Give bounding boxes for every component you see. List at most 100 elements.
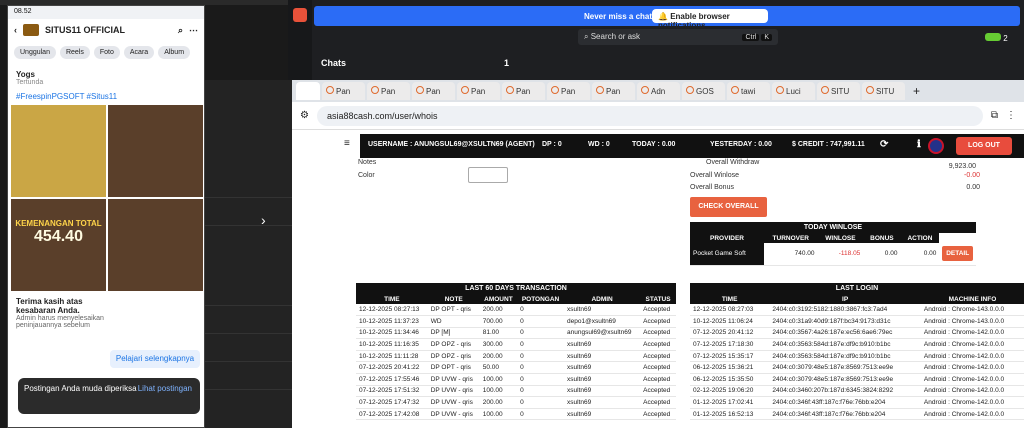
table-cell: 10-12-2025 11:34:46 bbox=[356, 327, 428, 340]
chat-app-logo[interactable] bbox=[293, 8, 307, 22]
tab-label: Pan bbox=[561, 87, 576, 96]
search-icon[interactable]: ⌕ bbox=[178, 25, 183, 36]
team-badge[interactable]: 2 bbox=[985, 33, 1008, 43]
tab-favicon-icon bbox=[506, 86, 514, 94]
table-cell: DP OPZ - qris bbox=[427, 338, 480, 351]
kbd-ctrl: Ctrl bbox=[742, 34, 760, 41]
chat-search-input[interactable]: ⌕ Search or ask Ctrl K bbox=[578, 29, 778, 45]
tab-active[interactable] bbox=[296, 82, 320, 100]
table-cell: 2404:c0:3192:5182:1880:3867:fc3:7ad4 bbox=[769, 304, 921, 317]
overall-withdraw-label: Overall Withdraw bbox=[706, 159, 760, 166]
table-cell: 2404:c0:346f:43ff:187c:f76e:76bb:e204 bbox=[769, 408, 921, 421]
table-cell: 07-12-2025 17:47:32 bbox=[356, 396, 428, 409]
browser-tab[interactable]: Pan bbox=[502, 82, 545, 100]
table-cell: xsultn69 bbox=[564, 373, 641, 386]
more-icon[interactable]: ⋯ bbox=[189, 25, 198, 36]
filter-chip[interactable]: Unggulan bbox=[14, 46, 56, 59]
browser-tab[interactable]: SITU bbox=[862, 82, 905, 100]
browser-tab[interactable]: GOS bbox=[682, 82, 725, 100]
back-arrow-icon[interactable]: ‹ bbox=[14, 25, 17, 35]
chevron-right-icon[interactable]: › bbox=[261, 212, 266, 228]
table-cell: 07-12-2025 17:51:32 bbox=[356, 385, 428, 398]
table-row: 06-12-2025 15:36:21 2404:c0:3079:48e5:187… bbox=[690, 361, 1024, 375]
table-cell: 0 bbox=[517, 327, 565, 340]
tab-label: Pan bbox=[426, 87, 441, 96]
post-author[interactable]: Yogs bbox=[16, 70, 196, 79]
url-field[interactable]: asia88cash.com/user/whois bbox=[316, 105, 983, 126]
toast-action-link[interactable]: Lihat postingan bbox=[138, 384, 192, 393]
language-flag-icon[interactable] bbox=[928, 138, 944, 154]
review-title: Terima kasih atas kesabaran Anda. bbox=[16, 297, 83, 315]
column-header: TIME bbox=[690, 294, 770, 304]
extensions-icon[interactable]: ⧉ bbox=[991, 110, 998, 121]
table-cell: 0 bbox=[517, 408, 565, 421]
post-image-grid[interactable]: KEMENANGAN TOTAL 454.40 bbox=[8, 105, 204, 291]
table-cell: 2404:c0:31a9:40d9:187f:bc34:9173:d31c bbox=[769, 315, 921, 328]
column-header: PROVIDER bbox=[690, 233, 765, 243]
tab-favicon-icon bbox=[641, 86, 649, 94]
table-cell: Accepted bbox=[640, 338, 676, 351]
browser-tab[interactable]: Pan bbox=[412, 82, 455, 100]
image-tile[interactable] bbox=[108, 199, 203, 291]
browser-tab[interactable]: Pan bbox=[457, 82, 500, 100]
table-cell: Android : Chrome-142.0.0.0 bbox=[920, 408, 1024, 421]
filter-chip[interactable]: Acara bbox=[123, 46, 155, 59]
browser-tab[interactable]: Pan bbox=[592, 82, 635, 100]
tab-label: SITU bbox=[876, 87, 895, 96]
table-row: 10-12-2025 11:11:28 DP OPZ - qris 200.00 0 x… bbox=[356, 350, 676, 363]
browser-tab[interactable]: Pan bbox=[322, 82, 365, 100]
menu-icon[interactable]: ⋮ bbox=[1006, 110, 1016, 121]
site-info-icon[interactable]: ⚙ bbox=[300, 110, 309, 121]
win-image-tile[interactable]: KEMENANGAN TOTAL 454.40 bbox=[11, 199, 106, 291]
info-icon[interactable]: ℹ bbox=[917, 139, 921, 150]
table-cell: Accepted bbox=[640, 350, 676, 363]
table-cell: xsultn69 bbox=[564, 350, 641, 363]
learn-more-button[interactable]: Pelajari selengkapnya bbox=[110, 350, 200, 368]
browser-tab[interactable]: tawi bbox=[727, 82, 770, 100]
browser-tab[interactable]: Pan bbox=[367, 82, 410, 100]
check-overall-button[interactable]: CHECK OVERALL bbox=[690, 197, 767, 217]
table-cell: 06-12-2025 15:36:21 bbox=[690, 361, 770, 375]
browser-tab[interactable]: Pan bbox=[547, 82, 590, 100]
image-tile[interactable] bbox=[108, 105, 203, 197]
tab-favicon-icon bbox=[371, 86, 379, 94]
last-login-panel: LAST LOGIN TIME IP MACHINE INFO 12-12-2025… bbox=[690, 283, 1024, 421]
post-tags[interactable]: #FreespinPGSOFT #Situs11 bbox=[8, 92, 204, 105]
new-tab-icon[interactable]: + bbox=[907, 84, 926, 98]
tab-favicon-icon bbox=[686, 86, 694, 94]
refresh-icon[interactable]: ⟳ bbox=[880, 139, 888, 150]
table-cell: DP UVW - qris bbox=[427, 408, 480, 421]
table-cell: 100.00 bbox=[479, 373, 518, 386]
color-input[interactable] bbox=[468, 167, 508, 183]
table-cell: 2404:c0:3563:584d:187e:df9c:b910:b1bc bbox=[769, 350, 921, 363]
table-cell: 200.00 bbox=[479, 396, 518, 409]
filter-chip[interactable]: Reels bbox=[59, 46, 90, 59]
tx-header-row: TIME NOTE AMOUNT POTONGAN ADMIN STATUS bbox=[356, 294, 676, 304]
filter-chip[interactable]: Album bbox=[158, 46, 191, 59]
browser-tab[interactable]: Adn bbox=[637, 82, 680, 100]
table-cell: DP [M] bbox=[427, 327, 480, 340]
detail-button[interactable]: DETAIL bbox=[942, 246, 973, 262]
browser-tab[interactable]: SITU bbox=[817, 82, 860, 100]
kbd-k: K bbox=[761, 34, 772, 41]
table-cell: Android : Chrome-143.0.0.0 bbox=[920, 315, 1024, 328]
browser-tab[interactable]: Luci bbox=[772, 82, 815, 100]
table-cell: DP OPT - qris bbox=[427, 304, 480, 317]
tab-label: Pan bbox=[471, 87, 486, 96]
filter-chip[interactable]: Foto bbox=[93, 46, 120, 59]
column-header: NOTE bbox=[427, 294, 480, 304]
table-cell: depo1@xsultn69 bbox=[564, 315, 641, 328]
enable-notifications-button[interactable]: 🔔 Enable browser notifications bbox=[652, 9, 768, 30]
column-header: IP bbox=[769, 294, 921, 304]
hamburger-icon[interactable]: ≡ bbox=[344, 138, 350, 149]
table-row: 10-12-2025 11:06:24 2404:c0:31a9:40d9:187… bbox=[690, 315, 1024, 328]
last-login-table: TIME IP MACHINE INFO 12-12-2025 08:27:03 24… bbox=[690, 294, 1024, 421]
table-cell: DP UVW - qris bbox=[427, 396, 480, 409]
image-tile[interactable] bbox=[11, 105, 106, 197]
today-winlose-table: PROVIDER TURNOVER WINLOSE BONUS ACTION Pocke… bbox=[690, 233, 976, 266]
tab-favicon-icon bbox=[326, 86, 334, 94]
logout-button[interactable]: LOG OUT bbox=[956, 137, 1012, 155]
table-cell: 2404:c0:3079:48e5:187e:8569:7513:ee9e bbox=[769, 361, 921, 375]
overall-winlose-row: Overall Winlose -0.00 bbox=[690, 172, 980, 179]
win-amount: 454.40 bbox=[34, 228, 83, 245]
